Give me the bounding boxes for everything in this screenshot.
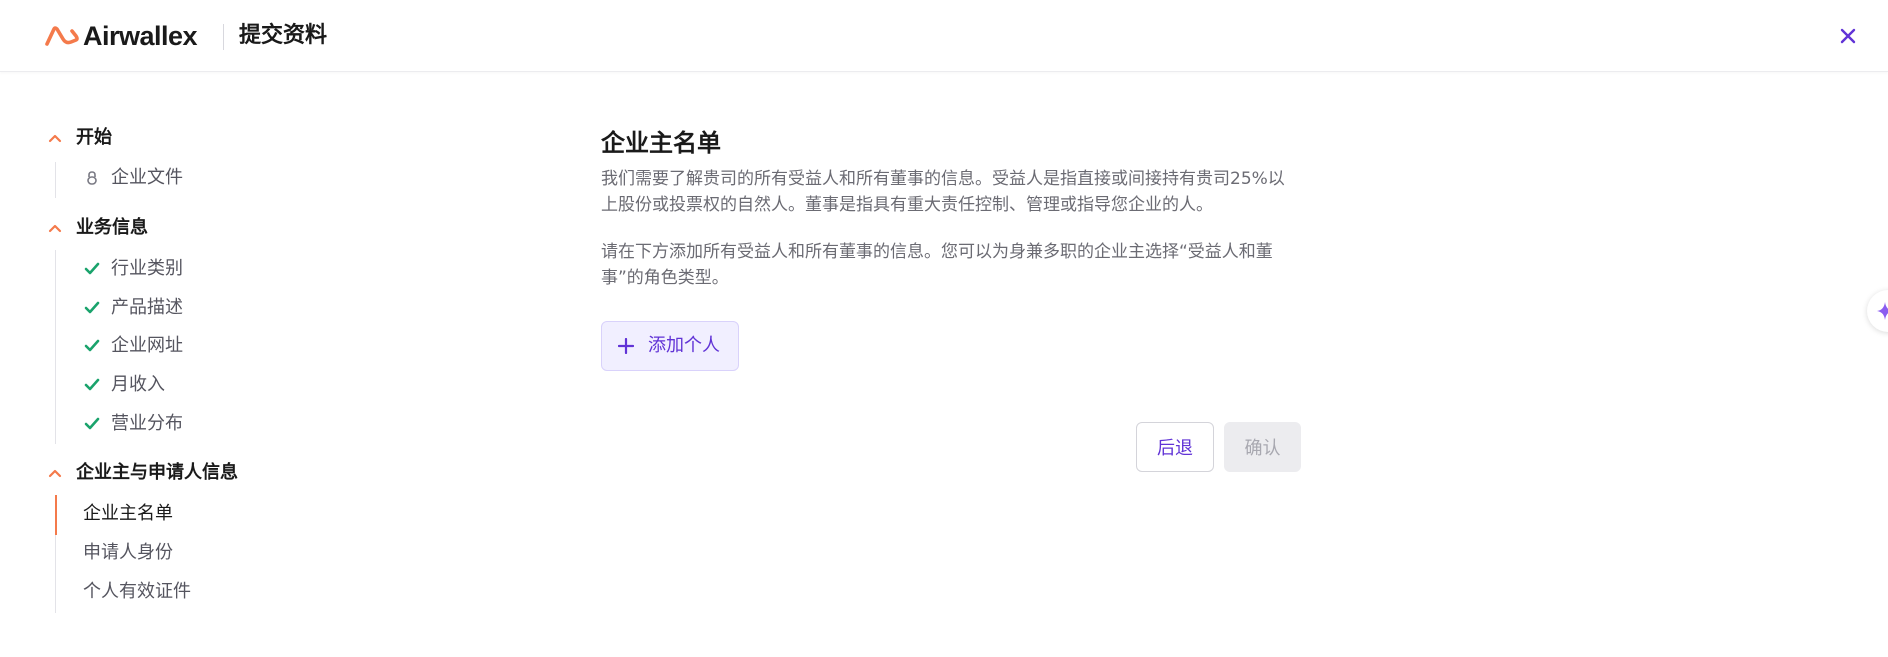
section-header-owners-applicant[interactable]: 企业主与申请人信息 — [48, 461, 238, 485]
section-header-start[interactable]: 开始 — [48, 126, 112, 150]
sidebar-item-label: 产品描述 — [111, 297, 183, 318]
sidebar-item-label: 个人有效证件 — [83, 581, 191, 602]
add-person-label: 添加个人 — [648, 335, 720, 356]
chevron-up-icon — [48, 131, 62, 145]
sidebar-nav: 开始 企业文件 业务信息 行业类别 产品描述 企业网址 月收入 营业分布 企业主… — [0, 0, 560, 657]
sidebar-item-label: 月收入 — [111, 374, 165, 395]
instruction-paragraph: 请在下方添加所有受益人和所有董事的信息。您可以为身兼多职的企业主选择“受益人和董… — [601, 242, 1273, 288]
section-label: 企业主与申请人信息 — [76, 462, 238, 483]
section-title: 企业主名单 — [601, 129, 721, 157]
sidebar-item-business-distribution[interactable]: 营业分布 — [83, 411, 183, 437]
section-line — [55, 535, 56, 613]
sidebar-item-applicant-identity[interactable]: 申请人身份 — [83, 540, 173, 566]
description-paragraph: 我们需要了解贵司的所有受益人和所有董事的信息。受益人是指直接或间接持有贵司25%… — [601, 169, 1285, 215]
sidebar-item-website[interactable]: 企业网址 — [83, 333, 183, 359]
chevron-up-icon — [48, 221, 62, 235]
section-header-business-info[interactable]: 业务信息 — [48, 216, 148, 240]
ai-assistant-button[interactable] — [1867, 290, 1888, 332]
chevron-up-icon — [48, 466, 62, 480]
lock-icon — [83, 169, 101, 187]
add-person-button[interactable]: 添加个人 — [601, 321, 739, 371]
active-indicator — [55, 495, 57, 535]
confirm-button: 确认 — [1224, 422, 1301, 472]
sidebar-item-monthly-revenue[interactable]: 月收入 — [83, 372, 165, 398]
check-icon — [83, 376, 101, 394]
sidebar-item-owner-list[interactable]: 企业主名单 — [83, 501, 173, 527]
plus-icon — [618, 338, 634, 354]
check-icon — [83, 299, 101, 317]
close-icon — [1840, 28, 1856, 44]
back-button[interactable]: 后退 — [1136, 422, 1214, 472]
check-icon — [83, 415, 101, 433]
sidebar-item-personal-id[interactable]: 个人有效证件 — [83, 579, 191, 605]
sidebar-item-label: 行业类别 — [111, 258, 183, 279]
sidebar-item-label: 申请人身份 — [83, 542, 173, 563]
check-icon — [83, 260, 101, 278]
sidebar-item-company-documents[interactable]: 企业文件 — [83, 165, 183, 191]
sidebar-item-industry[interactable]: 行业类别 — [83, 256, 183, 282]
sparkle-icon — [1877, 302, 1888, 320]
section-line — [55, 162, 56, 198]
check-icon — [83, 337, 101, 355]
sidebar-item-label: 企业主名单 — [83, 503, 173, 524]
sidebar-item-product-description[interactable]: 产品描述 — [83, 295, 183, 321]
section-line — [55, 250, 56, 444]
sidebar-item-label: 企业网址 — [111, 335, 183, 356]
section-label: 业务信息 — [76, 217, 148, 238]
close-button[interactable] — [1836, 24, 1860, 48]
section-label: 开始 — [76, 127, 112, 148]
sidebar-item-label: 企业文件 — [111, 167, 183, 188]
sidebar-item-label: 营业分布 — [111, 413, 183, 434]
